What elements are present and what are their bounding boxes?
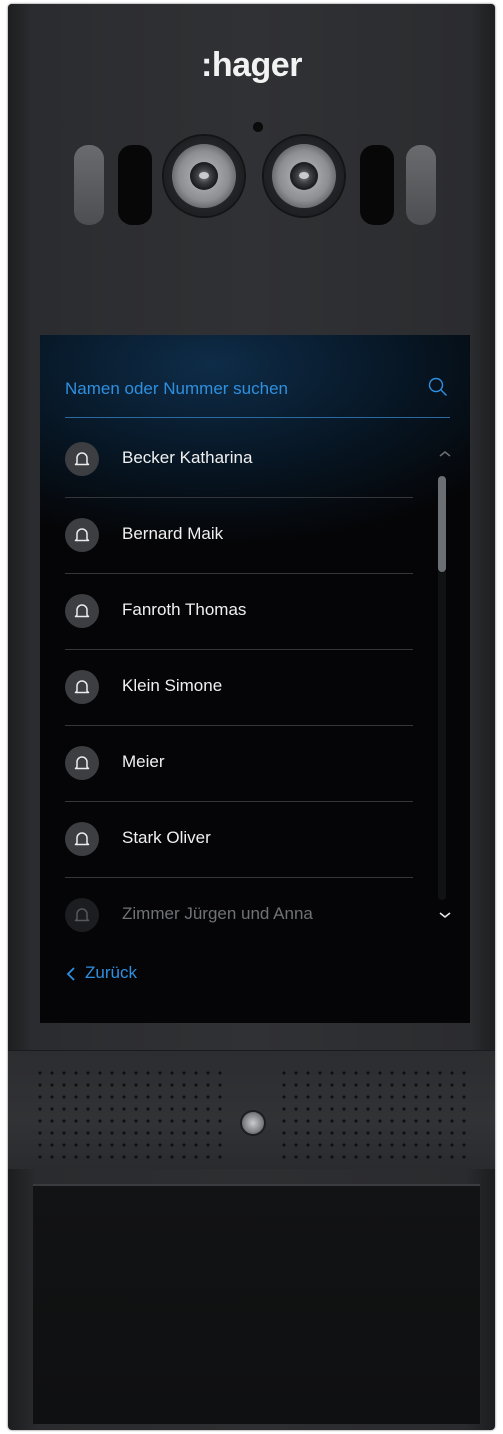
bell-icon — [65, 898, 99, 932]
bell-icon — [65, 594, 99, 628]
contact-row[interactable]: Fanroth Thomas — [65, 574, 413, 650]
contact-row[interactable]: Zimmer Jürgen und Anna — [65, 878, 413, 953]
contact-name: Zimmer Jürgen und Anna — [122, 904, 313, 923]
search-field[interactable]: Namen oder Nummer suchen — [65, 371, 450, 418]
microphone-icon — [253, 122, 263, 132]
led-light-right — [406, 145, 436, 225]
speaker-grille-left — [34, 1067, 230, 1163]
bell-icon — [65, 822, 99, 856]
scroll-up-icon[interactable] — [438, 449, 452, 459]
search-placeholder: Namen oder Nummer suchen — [65, 379, 288, 398]
search-icon[interactable] — [428, 377, 448, 397]
camera-module: :hager Namen oder Nummer suchen Becker K… — [8, 4, 495, 1050]
camera-lens-left — [164, 136, 244, 216]
contact-name: Klein Simone — [122, 676, 223, 695]
scroll-down-icon[interactable] — [438, 910, 452, 920]
contact-name: Fanroth Thomas — [122, 600, 247, 619]
contact-row[interactable]: Meier — [65, 726, 413, 802]
contact-name: Becker Katharina — [122, 448, 253, 467]
contact-row[interactable]: Klein Simone — [65, 650, 413, 726]
bell-icon — [65, 746, 99, 780]
contact-row[interactable]: Becker Katharina — [65, 422, 413, 498]
bell-icon — [65, 670, 99, 704]
call-button[interactable] — [242, 1112, 264, 1134]
scrollbar-thumb[interactable] — [438, 476, 446, 572]
contact-name: Bernard Maik — [122, 524, 224, 543]
name-plate — [33, 1184, 480, 1424]
brand-logo: :hager — [201, 46, 302, 84]
led-light-left — [74, 145, 104, 225]
chevron-left-icon[interactable] — [65, 966, 77, 982]
back-button[interactable]: Zurück — [85, 963, 137, 983]
ir-sensor-left — [118, 145, 152, 225]
bell-icon — [65, 442, 99, 476]
contact-name: Meier — [122, 752, 165, 771]
touch-screen: Namen oder Nummer suchen Becker Katharin… — [40, 335, 470, 1023]
contact-row[interactable]: Stark Oliver — [65, 802, 413, 878]
camera-lens-right — [264, 136, 344, 216]
bell-icon — [65, 518, 99, 552]
door-station-panel: :hager Namen oder Nummer suchen Becker K… — [8, 4, 495, 1430]
contact-name: Stark Oliver — [122, 828, 211, 847]
ir-sensor-right — [360, 145, 394, 225]
contact-row[interactable]: Bernard Maik — [65, 498, 413, 574]
speaker-grille-right — [278, 1067, 474, 1163]
scrollbar[interactable] — [438, 476, 446, 900]
